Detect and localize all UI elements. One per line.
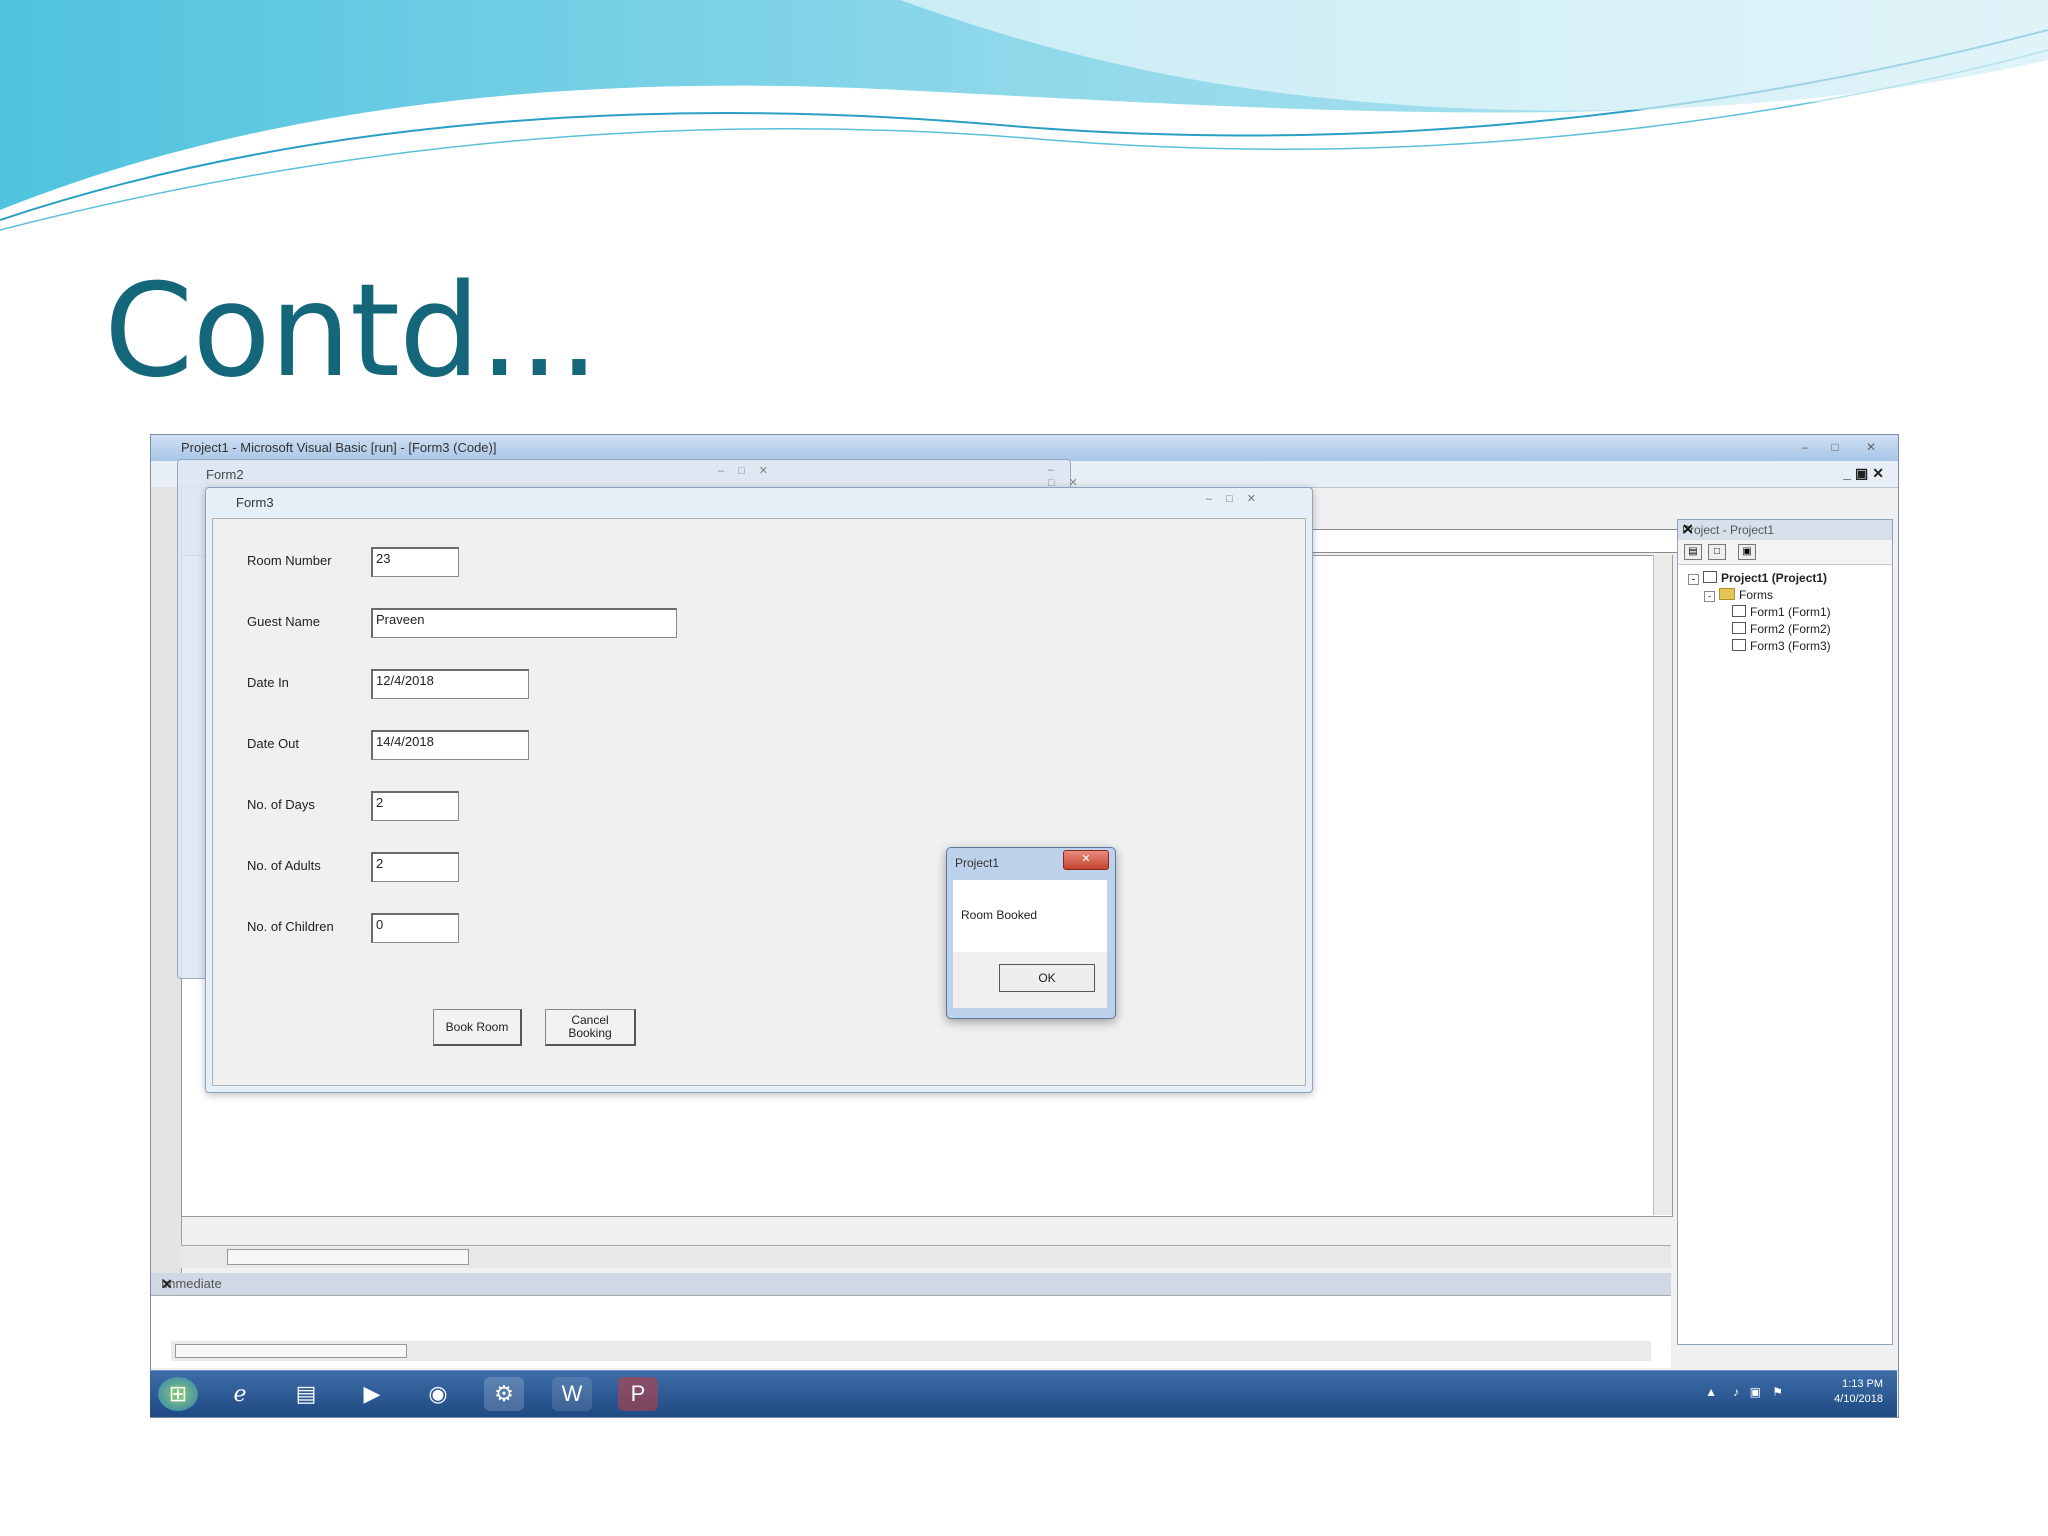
minimize-icon[interactable]: – (1792, 438, 1818, 456)
label-no-of-adults: No. of Adults (247, 858, 321, 873)
visual-basic-icon[interactable]: ⚙ (484, 1377, 524, 1411)
label-date-out: Date Out (247, 736, 300, 751)
no-of-days-field[interactable]: 2 (371, 791, 459, 821)
clock-date: 4/10/2018 (1834, 1393, 1883, 1405)
project-explorer-toolbar: ▤ □ ▣ (1678, 540, 1892, 565)
ok-button[interactable]: OK (999, 964, 1095, 992)
book-room-button[interactable]: Book Room (433, 1009, 522, 1046)
close-icon[interactable]: ✕ (161, 1276, 1663, 1293)
system-clock[interactable]: 1:13 PM 4/10/2018 (1834, 1377, 1883, 1407)
vb-window-title: Project1 - Microsoft Visual Basic [run] … (181, 440, 497, 455)
chrome-icon[interactable]: ◉ (418, 1377, 458, 1411)
action-center-icon[interactable]: ⚑ (1772, 1385, 1783, 1399)
tree-root[interactable]: - Project1 (Project1) (1688, 571, 1892, 588)
form-icon (1732, 622, 1746, 634)
scroll-thumb[interactable] (175, 1344, 407, 1358)
no-of-adults-field[interactable]: 2 (371, 852, 459, 882)
view-object-icon[interactable]: □ (1708, 544, 1726, 560)
project-explorer-header: Project - Project1 ✕ (1678, 520, 1892, 540)
close-icon[interactable]: ✕ (1858, 438, 1884, 456)
message-box: Project1 ✕ Room Booked OK (946, 847, 1116, 1019)
date-out-field[interactable]: 14/4/2018 (371, 730, 529, 760)
show-hidden-icons[interactable]: ▲ (1705, 1385, 1717, 1399)
mdi-window-controls[interactable]: _▣✕ (1843, 465, 1888, 482)
slide-wave-header (0, 0, 2048, 231)
view-code-icon[interactable]: ▤ (1684, 544, 1702, 560)
form-icon (1732, 639, 1746, 651)
label-no-of-children: No. of Children (247, 919, 334, 934)
form2-window-controls[interactable]: –□✕ (1048, 464, 1092, 489)
label-no-of-days: No. of Days (247, 797, 315, 812)
label-date-in: Date In (247, 675, 289, 690)
label-room-number: Room Number (247, 553, 332, 568)
cancel-booking-line2: Booking (568, 1026, 612, 1040)
media-player-icon[interactable]: ▶ (352, 1377, 392, 1411)
powerpoint-icon[interactable]: P (618, 1377, 658, 1411)
word-icon[interactable]: W (552, 1377, 592, 1411)
form2-caption: Form2 (206, 467, 244, 482)
form3-caption: Form3 (236, 495, 274, 510)
toggle-folders-icon[interactable]: ▣ (1738, 544, 1756, 560)
guest-name-field[interactable]: Praveen (371, 608, 677, 638)
collapse-icon[interactable]: - (1688, 574, 1699, 585)
folder-icon (1719, 588, 1735, 600)
project-explorer: Project - Project1 ✕ ▤ □ ▣ - Project1 (Pr… (1677, 519, 1893, 1345)
code-vertical-scrollbar[interactable] (1653, 555, 1672, 1215)
project-icon (1703, 571, 1717, 583)
cancel-booking-button[interactable]: Cancel Booking (545, 1009, 636, 1046)
tree-item-form3[interactable]: Form3 (Form3) (1688, 639, 1892, 656)
scroll-thumb[interactable] (227, 1249, 469, 1265)
windows-taskbar: ⊞ ℯ ▤ ▶ ◉ ⚙ W P ▲ ♪ ▣ ⚑ 1:13 PM 4/10/201… (150, 1370, 1897, 1417)
file-explorer-icon[interactable]: ▤ (286, 1377, 326, 1411)
network-icon[interactable]: ▣ (1750, 1385, 1761, 1399)
form3-window-controls[interactable]: –□✕ (1206, 492, 1270, 505)
code-horizontal-scrollbar[interactable] (181, 1245, 1671, 1268)
form-icon (1732, 605, 1746, 617)
message-box-caption: Project1 (955, 856, 1000, 870)
close-icon[interactable]: ✕ (1063, 850, 1109, 870)
tree-item-form1[interactable]: Form1 (Form1) (1688, 605, 1892, 622)
slide-title: Contd... (104, 257, 599, 406)
form3-client-area: Room Number 23 Guest Name Praveen Date I… (212, 518, 1306, 1086)
form3-window[interactable]: Form3 –□✕ Room Number 23 Guest Name Prav… (205, 487, 1313, 1093)
message-text: Room Booked (961, 908, 1038, 922)
vb-title-bar: Project1 - Microsoft Visual Basic [run] … (151, 435, 1898, 461)
collapse-icon[interactable]: - (1704, 591, 1715, 602)
vb-ide-screenshot: Project1 - Microsoft Visual Basic [run] … (150, 434, 1899, 1418)
tree-folder-forms[interactable]: - Forms (1688, 588, 1892, 605)
immediate-header: Immediate ✕ (151, 1273, 1671, 1295)
clock-time: 1:13 PM (1842, 1378, 1883, 1390)
maximize-icon[interactable]: □ (1822, 438, 1848, 456)
immediate-horizontal-scrollbar[interactable] (171, 1341, 1651, 1361)
volume-icon[interactable]: ♪ (1733, 1385, 1739, 1399)
project-tree: - Project1 (Project1) - Forms Form1 (Form1… (1678, 565, 1892, 656)
room-number-field[interactable]: 23 (371, 547, 459, 577)
date-in-field[interactable]: 12/4/2018 (371, 669, 529, 699)
tree-item-form2[interactable]: Form2 (Form2) (1688, 622, 1892, 639)
label-guest-name: Guest Name (247, 614, 320, 629)
internet-explorer-icon[interactable]: ℯ (220, 1377, 260, 1411)
no-of-children-field[interactable]: 0 (371, 913, 459, 943)
form2-window-controls[interactable]: –□✕ (718, 464, 782, 477)
close-icon[interactable]: ✕ (1682, 521, 1888, 538)
start-icon[interactable]: ⊞ (158, 1377, 198, 1411)
